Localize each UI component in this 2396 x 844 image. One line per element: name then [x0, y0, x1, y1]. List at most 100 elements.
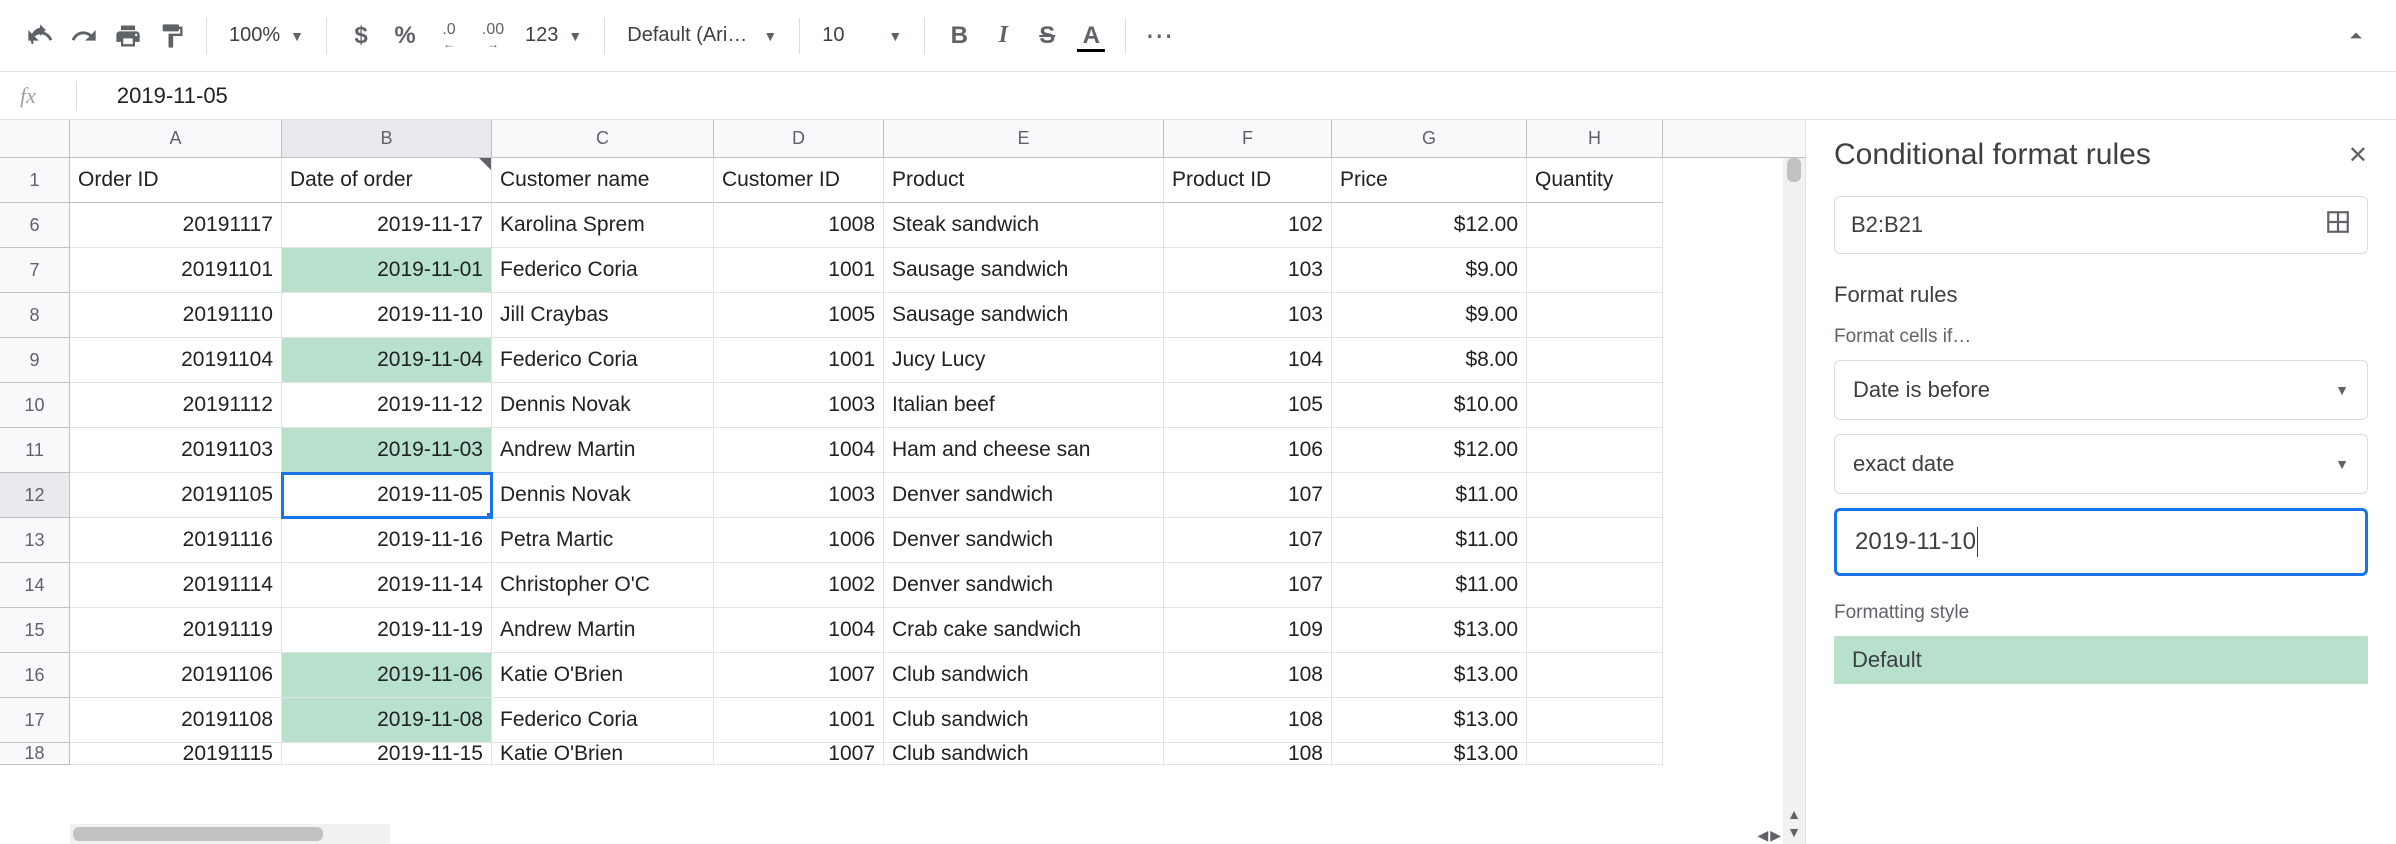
cell[interactable]: 20191101 [70, 248, 282, 293]
cell[interactable]: 1004 [714, 608, 884, 653]
cell[interactable]: Federico Coria [492, 248, 714, 293]
cell[interactable] [1527, 203, 1663, 248]
cell[interactable]: 2019-11-05 [282, 473, 492, 518]
cell[interactable]: 20191116 [70, 518, 282, 563]
row-number[interactable]: 9 [0, 338, 70, 383]
cell[interactable]: Club sandwich [884, 698, 1164, 743]
row-number[interactable]: 6 [0, 203, 70, 248]
close-icon[interactable]: ✕ [2348, 141, 2368, 170]
increase-decimal-button[interactable]: .00→ [471, 14, 515, 58]
range-field[interactable]: B2:B21 [1834, 196, 2368, 254]
redo-button[interactable] [62, 14, 106, 58]
cell[interactable] [1527, 698, 1663, 743]
cell[interactable]: $11.00 [1332, 473, 1527, 518]
column-header-F[interactable]: F [1164, 120, 1332, 157]
cell[interactable] [1527, 563, 1663, 608]
font-select[interactable]: Default (Ari… ▼ [617, 14, 787, 58]
column-header-C[interactable]: C [492, 120, 714, 157]
column-header-G[interactable]: G [1332, 120, 1527, 157]
cell[interactable]: 2019-11-16 [282, 518, 492, 563]
cell[interactable]: $11.00 [1332, 563, 1527, 608]
cell[interactable]: Club sandwich [884, 653, 1164, 698]
cell[interactable]: 1005 [714, 293, 884, 338]
cell[interactable]: 1001 [714, 698, 884, 743]
row-number[interactable]: 12 [0, 473, 70, 518]
more-formats-select[interactable]: 123 ▼ [515, 14, 592, 58]
cell[interactable]: Karolina Sprem [492, 203, 714, 248]
cell[interactable] [1527, 338, 1663, 383]
cell[interactable]: Jucy Lucy [884, 338, 1164, 383]
decrease-decimal-button[interactable]: .0← [427, 14, 471, 58]
cell[interactable]: Andrew Martin [492, 608, 714, 653]
spreadsheet-grid[interactable]: ABCDEFGH 1 Order IDDate of orderCustomer… [0, 120, 1806, 844]
cell[interactable]: 20191115 [70, 743, 282, 765]
subcondition-select[interactable]: exact date ▼ [1834, 434, 2368, 494]
percent-format-button[interactable]: % [383, 14, 427, 58]
cell[interactable]: Steak sandwich [884, 203, 1164, 248]
cell[interactable]: 2019-11-08 [282, 698, 492, 743]
strikethrough-button[interactable]: S [1025, 14, 1069, 58]
cell[interactable] [1527, 293, 1663, 338]
column-header-A[interactable]: A [70, 120, 282, 157]
row-number[interactable]: 14 [0, 563, 70, 608]
cell[interactable]: 20191104 [70, 338, 282, 383]
column-header-H[interactable]: H [1527, 120, 1663, 157]
print-button[interactable] [106, 14, 150, 58]
row-number[interactable]: 11 [0, 428, 70, 473]
cell[interactable]: 2019-11-19 [282, 608, 492, 653]
cell[interactable]: $10.00 [1332, 383, 1527, 428]
cell[interactable]: Crab cake sandwich [884, 608, 1164, 653]
cell[interactable]: 2019-11-04 [282, 338, 492, 383]
row-number[interactable]: 8 [0, 293, 70, 338]
row-number[interactable]: 16 [0, 653, 70, 698]
cell[interactable]: Petra Martic [492, 518, 714, 563]
cell[interactable]: 1001 [714, 248, 884, 293]
scrollbar-thumb[interactable] [73, 827, 323, 841]
cell[interactable]: 1003 [714, 383, 884, 428]
cell[interactable]: $12.00 [1332, 428, 1527, 473]
default-style-chip[interactable]: Default [1834, 636, 2368, 684]
scroll-up-icon[interactable]: ▲ [1787, 806, 1801, 822]
cell[interactable] [1527, 383, 1663, 428]
cell[interactable]: 20191103 [70, 428, 282, 473]
cell[interactable] [1527, 518, 1663, 563]
header-cell[interactable]: Price [1332, 158, 1527, 203]
cell[interactable]: Dennis Novak [492, 473, 714, 518]
cell[interactable]: $9.00 [1332, 248, 1527, 293]
cell[interactable]: 108 [1164, 653, 1332, 698]
formula-bar[interactable]: fx 2019-11-05 [0, 72, 2396, 120]
cell[interactable]: 103 [1164, 248, 1332, 293]
cell[interactable]: 1003 [714, 473, 884, 518]
bold-button[interactable]: B [937, 14, 981, 58]
currency-format-button[interactable]: $ [339, 14, 383, 58]
cell[interactable]: 2019-11-03 [282, 428, 492, 473]
scroll-right-icon[interactable]: ▶ [1770, 827, 1781, 844]
row-number[interactable]: 1 [0, 158, 70, 203]
cell[interactable]: 20191108 [70, 698, 282, 743]
font-size-select[interactable]: 10 ▼ [812, 14, 912, 58]
cell[interactable]: Denver sandwich [884, 473, 1164, 518]
cell[interactable]: 2019-11-01 [282, 248, 492, 293]
cell[interactable]: 102 [1164, 203, 1332, 248]
scrollbar-thumb[interactable] [1787, 158, 1801, 182]
cell[interactable]: $13.00 [1332, 698, 1527, 743]
cell[interactable]: Andrew Martin [492, 428, 714, 473]
cell[interactable]: 108 [1164, 743, 1332, 765]
cell[interactable]: 20191105 [70, 473, 282, 518]
cell[interactable]: Katie O'Brien [492, 653, 714, 698]
cell[interactable]: 107 [1164, 473, 1332, 518]
row-number[interactable]: 7 [0, 248, 70, 293]
header-cell[interactable]: Customer ID [714, 158, 884, 203]
header-cell[interactable]: Order ID [70, 158, 282, 203]
cell[interactable]: 1007 [714, 653, 884, 698]
cell[interactable] [1527, 743, 1663, 765]
condition-select[interactable]: Date is before ▼ [1834, 360, 2368, 420]
vertical-scrollbar[interactable]: ▲ ▼ [1783, 158, 1805, 844]
cell[interactable]: Denver sandwich [884, 563, 1164, 608]
scroll-left-icon[interactable]: ◀ [1757, 827, 1768, 844]
select-range-icon[interactable] [2325, 209, 2351, 241]
horizontal-scrollbar[interactable] [70, 824, 390, 844]
cell[interactable]: 1004 [714, 428, 884, 473]
column-header-E[interactable]: E [884, 120, 1164, 157]
cell[interactable]: 109 [1164, 608, 1332, 653]
